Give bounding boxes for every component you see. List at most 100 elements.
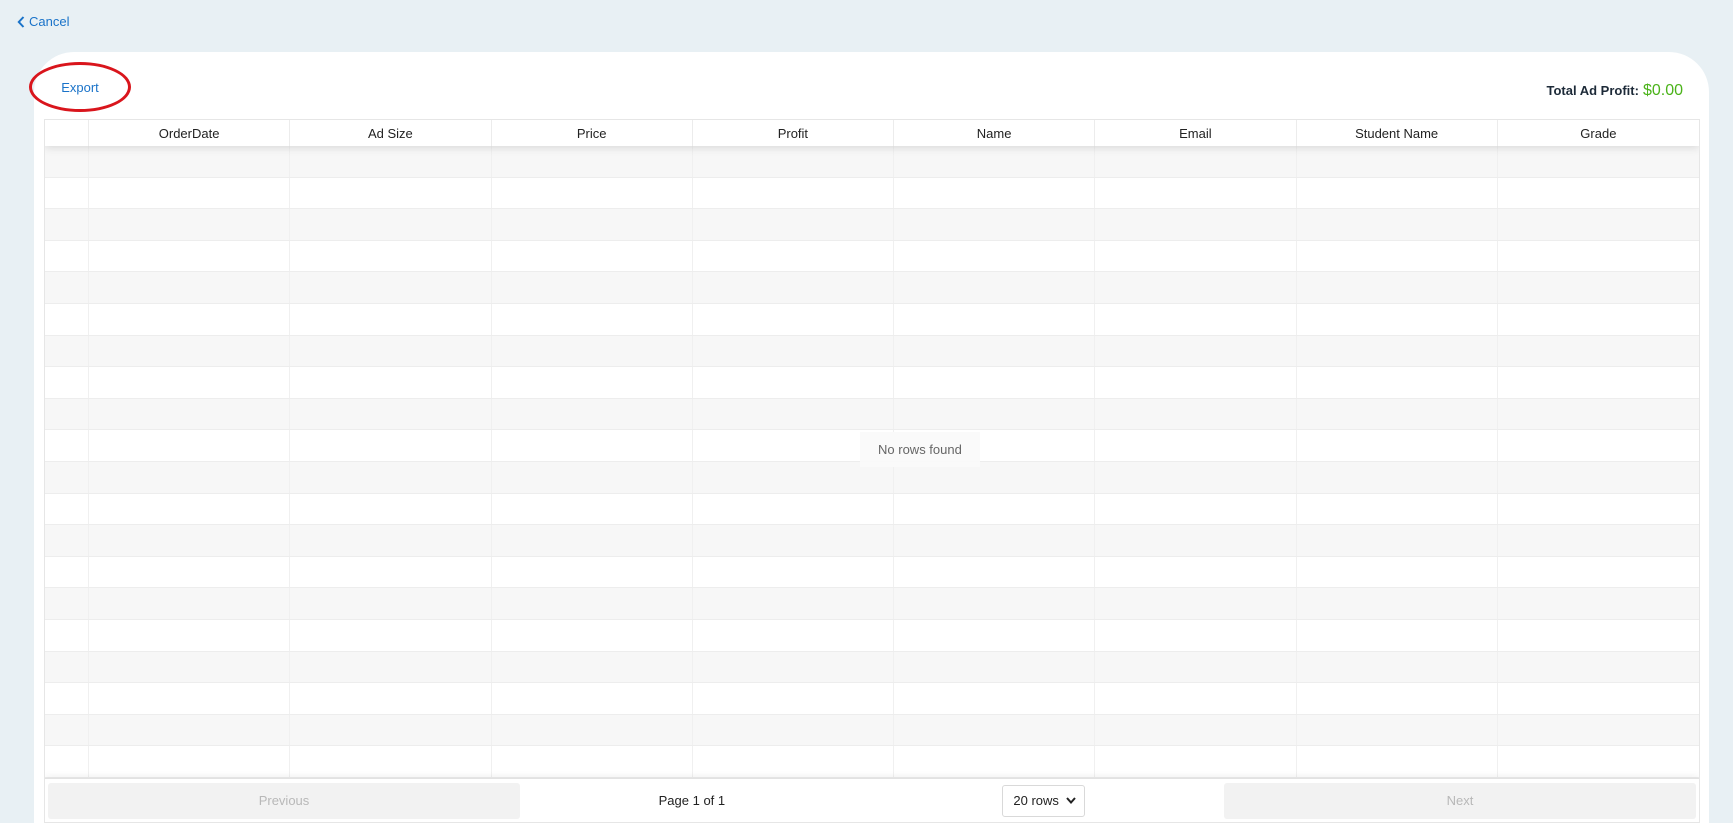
table-cell — [45, 240, 89, 272]
pagination: Previous Page 1 of 1 20 rows Next — [45, 778, 1699, 822]
table-cell — [1297, 714, 1498, 746]
table-cell — [1095, 746, 1297, 777]
rows-per-page-select[interactable]: 20 rows — [1002, 784, 1086, 817]
table-cell — [1297, 367, 1498, 398]
table-cell — [492, 398, 693, 430]
orders-table: OrderDate Ad Size Price Profit Name Emai… — [44, 119, 1700, 823]
table-cell — [1297, 303, 1498, 335]
table-cell — [45, 146, 89, 177]
table-cell — [89, 209, 291, 240]
next-button[interactable]: Next — [1224, 782, 1696, 819]
table-cell — [45, 272, 89, 303]
chevron-down-icon — [1066, 797, 1077, 804]
table-cell — [290, 493, 492, 525]
table-cell — [89, 714, 291, 746]
table-cell — [492, 146, 693, 177]
table-cell — [1297, 398, 1498, 430]
table-cell — [1498, 462, 1699, 493]
table-row — [45, 240, 1699, 273]
total-separator: : — [1634, 83, 1639, 98]
table-cell — [89, 272, 291, 303]
table-cell — [492, 525, 693, 556]
table-cell — [1498, 525, 1699, 556]
table-row — [45, 303, 1699, 336]
report-card: Export Total Ad Profit: $0.00 OrderDate … — [29, 52, 1709, 823]
table-cell — [894, 714, 1096, 746]
table-cell — [45, 461, 89, 493]
table-cell — [89, 146, 291, 177]
empty-message: No rows found — [860, 432, 980, 467]
table-cell — [693, 209, 894, 240]
table-cell — [693, 746, 894, 777]
table-cell — [1297, 209, 1498, 240]
table-cell — [894, 525, 1096, 556]
column-header-email[interactable]: Email — [1095, 120, 1297, 146]
table-cell — [693, 272, 894, 303]
table-cell — [1095, 493, 1297, 525]
table-cell — [89, 588, 291, 619]
table-cell — [89, 525, 291, 556]
table-cell — [45, 303, 89, 335]
table-row — [45, 367, 1699, 399]
table-cell — [894, 588, 1096, 619]
table-cell — [492, 556, 693, 588]
table-cell — [1095, 619, 1297, 651]
table-cell — [894, 683, 1096, 714]
table-cell — [693, 177, 894, 209]
export-highlight: Export — [29, 62, 131, 112]
column-header-grade[interactable]: Grade — [1498, 120, 1699, 146]
table-cell — [1095, 588, 1297, 619]
table-row — [45, 209, 1699, 241]
table-row — [45, 272, 1699, 304]
cancel-label: Cancel — [29, 14, 70, 29]
table-cell — [1498, 272, 1699, 303]
table-cell — [290, 240, 492, 272]
table-cell — [45, 493, 89, 525]
total-ad-profit-label: Total Ad Profit — [1546, 83, 1635, 98]
table-cell — [693, 525, 894, 556]
table-cell — [45, 367, 89, 398]
table-cell — [894, 209, 1096, 240]
column-header-price[interactable]: Price — [492, 120, 693, 146]
table-cell — [1498, 683, 1699, 714]
table-row — [45, 683, 1699, 715]
column-header-select — [45, 120, 89, 146]
table-cell — [45, 209, 89, 240]
table-cell — [45, 398, 89, 430]
table-cell — [1095, 525, 1297, 556]
table-cell — [693, 493, 894, 525]
table-cell — [492, 746, 693, 777]
table-cell — [1297, 556, 1498, 588]
table-cell — [290, 335, 492, 367]
table-cell — [894, 272, 1096, 303]
table-cell — [894, 398, 1096, 430]
column-header-orderdate[interactable]: OrderDate — [89, 120, 291, 146]
table-cell — [894, 303, 1096, 335]
table-cell — [492, 493, 693, 525]
table-cell — [894, 367, 1096, 398]
table-row — [45, 146, 1699, 178]
table-row — [45, 651, 1699, 684]
table-cell — [693, 398, 894, 430]
table-cell — [45, 619, 89, 651]
table-cell — [89, 303, 291, 335]
table-cell — [45, 746, 89, 777]
table-cell — [492, 303, 693, 335]
cancel-link[interactable]: Cancel — [17, 14, 69, 29]
table-cell — [1297, 461, 1498, 493]
column-header-student-name[interactable]: Student Name — [1297, 120, 1498, 146]
table-cell — [693, 651, 894, 683]
column-header-profit[interactable]: Profit — [693, 120, 894, 146]
export-button[interactable]: Export — [61, 80, 99, 95]
table-cell — [1297, 588, 1498, 619]
table-cell — [492, 177, 693, 209]
column-header-ad-size[interactable]: Ad Size — [290, 120, 492, 146]
table-cell — [89, 651, 291, 683]
table-cell — [1297, 746, 1498, 777]
previous-button[interactable]: Previous — [48, 782, 520, 819]
table-cell — [1297, 651, 1498, 683]
column-header-name[interactable]: Name — [894, 120, 1096, 146]
table-cell — [45, 525, 89, 556]
table-cell — [693, 556, 894, 588]
table-cell — [290, 556, 492, 588]
